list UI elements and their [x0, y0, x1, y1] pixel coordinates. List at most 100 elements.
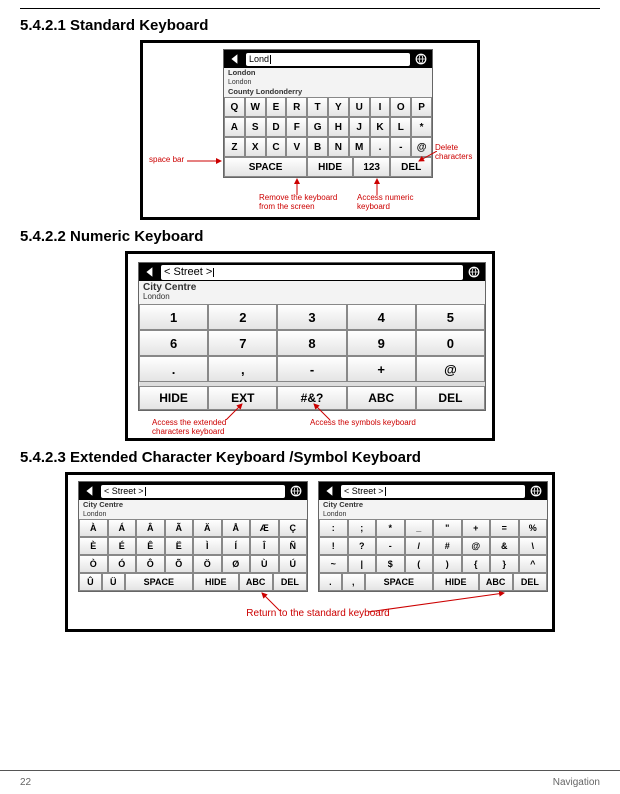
key-1[interactable]: | — [348, 555, 377, 573]
key-1[interactable]: Ü — [102, 573, 125, 591]
key-5[interactable]: @ — [462, 537, 491, 555]
key-H[interactable]: H — [328, 117, 349, 137]
key-2[interactable]: Ê — [136, 537, 165, 555]
back-icon[interactable] — [83, 484, 97, 498]
key-5[interactable]: 5 — [416, 304, 485, 330]
key-Y[interactable]: Y — [328, 97, 349, 117]
key-del[interactable]: DEL — [390, 157, 432, 177]
key-7[interactable]: 7 — [208, 330, 277, 356]
key-T[interactable]: T — [307, 97, 328, 117]
key-HIDE[interactable]: HIDE — [193, 573, 239, 591]
key-1[interactable]: Ó — [108, 555, 137, 573]
key-4[interactable]: " — [433, 519, 462, 537]
back-icon[interactable] — [143, 265, 157, 279]
key-ABC[interactable]: ABC — [479, 573, 513, 591]
suggestion-title[interactable]: City Centre — [139, 281, 485, 292]
suggestion-title[interactable]: City Centre — [319, 500, 547, 510]
key-7[interactable]: Ú — [279, 555, 308, 573]
back-icon[interactable] — [228, 52, 242, 66]
key-DEL[interactable]: DEL — [416, 386, 485, 410]
key-0[interactable]: Û — [79, 573, 102, 591]
key-7[interactable]: Ç — [279, 519, 308, 537]
key-P[interactable]: P — [411, 97, 432, 117]
key-3[interactable]: 3 — [277, 304, 346, 330]
key-B[interactable]: B — [307, 137, 328, 157]
key-G[interactable]: G — [307, 117, 328, 137]
key-V[interactable]: V — [286, 137, 307, 157]
key-C[interactable]: C — [266, 137, 287, 157]
key-1[interactable]: Á — [108, 519, 137, 537]
key-2[interactable]: $ — [376, 555, 405, 573]
key-0[interactable]: ! — [319, 537, 348, 555]
key-6[interactable]: Æ — [250, 519, 279, 537]
key-5[interactable]: Å — [222, 519, 251, 537]
key-N[interactable]: N — [328, 137, 349, 157]
key-J[interactable]: J — [349, 117, 370, 137]
key-L[interactable]: L — [390, 117, 411, 137]
key-4[interactable]: @ — [416, 356, 485, 382]
key-1[interactable]: , — [342, 573, 365, 591]
suggestion-1[interactable]: London — [224, 68, 432, 78]
key-0[interactable]: 0 — [416, 330, 485, 356]
key-1[interactable]: , — [208, 356, 277, 382]
key-0[interactable]: À — [79, 519, 108, 537]
key-2[interactable]: Ô — [136, 555, 165, 573]
key-123[interactable]: 123 — [353, 157, 390, 177]
key-3[interactable]: _ — [405, 519, 434, 537]
key-5[interactable]: Ø — [222, 555, 251, 573]
key-1[interactable]: É — [108, 537, 137, 555]
key-W[interactable]: W — [245, 97, 266, 117]
key-1[interactable]: 1 — [139, 304, 208, 330]
key-F[interactable]: F — [286, 117, 307, 137]
key-4[interactable]: Ö — [193, 555, 222, 573]
key-9[interactable]: 9 — [347, 330, 416, 356]
key-6[interactable]: = — [490, 519, 519, 537]
key-ABC[interactable]: ABC — [239, 573, 273, 591]
key-SPACE[interactable]: SPACE — [125, 573, 193, 591]
key-4[interactable]: ) — [433, 555, 462, 573]
key-0[interactable]: : — [319, 519, 348, 537]
key-E[interactable]: E — [266, 97, 287, 117]
key-5[interactable]: { — [462, 555, 491, 573]
key-0[interactable]: . — [139, 356, 208, 382]
key-R[interactable]: R — [286, 97, 307, 117]
key-3[interactable]: + — [347, 356, 416, 382]
key-D[interactable]: D — [266, 117, 287, 137]
key-HIDE[interactable]: HIDE — [139, 386, 208, 410]
key-5[interactable]: + — [462, 519, 491, 537]
key-0[interactable]: ~ — [319, 555, 348, 573]
key-9[interactable]: @ — [411, 137, 432, 157]
suggestion-2[interactable]: London — [224, 78, 432, 87]
globe-icon[interactable] — [467, 265, 481, 279]
key-9[interactable]: * — [411, 117, 432, 137]
key-7[interactable]: \ — [519, 537, 548, 555]
search-input[interactable]: < Street > — [101, 485, 285, 498]
key-I[interactable]: I — [370, 97, 391, 117]
key-Q[interactable]: Q — [224, 97, 245, 117]
globe-icon[interactable] — [289, 484, 303, 498]
suggestion-title[interactable]: City Centre — [79, 500, 307, 510]
key-ABC[interactable]: ABC — [347, 386, 416, 410]
key-6[interactable]: 6 — [139, 330, 208, 356]
globe-icon[interactable] — [529, 484, 543, 498]
key-1[interactable]: ; — [348, 519, 377, 537]
key-4[interactable]: # — [433, 537, 462, 555]
key-6[interactable]: } — [490, 555, 519, 573]
key-2[interactable]: - — [376, 537, 405, 555]
key-M[interactable]: M — [349, 137, 370, 157]
search-input[interactable]: < Street > — [341, 485, 525, 498]
key-7[interactable]: . — [370, 137, 391, 157]
back-icon[interactable] — [323, 484, 337, 498]
key-6[interactable]: Ù — [250, 555, 279, 573]
globe-icon[interactable] — [414, 52, 428, 66]
key-hide[interactable]: HIDE — [307, 157, 353, 177]
key-S[interactable]: S — [245, 117, 266, 137]
key-0[interactable]: Ò — [79, 555, 108, 573]
key-3[interactable]: / — [405, 537, 434, 555]
key-X[interactable]: X — [245, 137, 266, 157]
key-7[interactable]: % — [519, 519, 548, 537]
key-5[interactable]: Í — [222, 537, 251, 555]
key-DEL[interactable]: DEL — [273, 573, 307, 591]
search-input[interactable]: Lond — [246, 53, 410, 66]
key-3[interactable]: Ã — [165, 519, 194, 537]
